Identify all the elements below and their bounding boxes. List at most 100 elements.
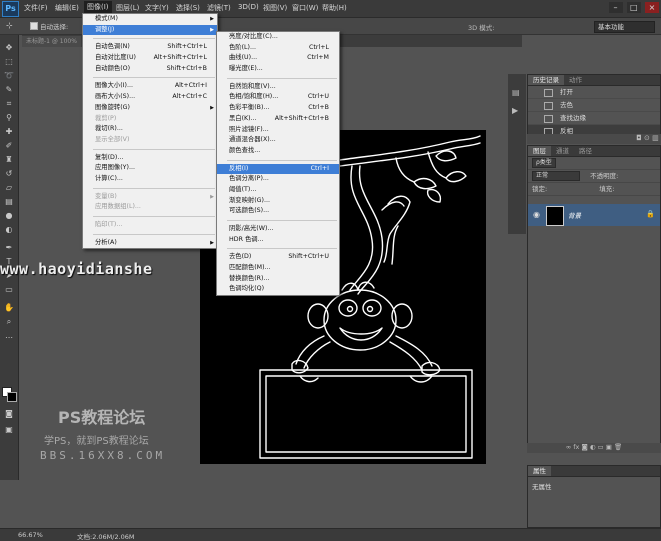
- brush-tool-icon[interactable]: ✐: [3, 141, 15, 151]
- trash-icon[interactable]: ▥: [652, 134, 659, 142]
- adjust-menu-item[interactable]: 去色(D) Shift+Ctrl+U: [217, 252, 339, 263]
- adjust-menu-item[interactable]: 色相/饱和度(H)... Ctrl+U: [217, 92, 339, 103]
- adjust-menu-item[interactable]: 反相(I) Ctrl+I: [217, 163, 339, 175]
- menu-file[interactable]: 文件(F): [24, 3, 48, 13]
- tab-actions[interactable]: 动作: [564, 75, 587, 85]
- tab-layers[interactable]: 图层: [528, 146, 551, 156]
- adjust-menu-item[interactable]: 照片滤镜(F)...: [217, 125, 339, 136]
- adjust-menu-item[interactable]: 阴影/高光(W)...: [217, 224, 339, 235]
- image-menu-item[interactable]: 调整(J) ▶: [83, 24, 217, 36]
- zoom-tool-icon[interactable]: ⌕: [3, 317, 15, 327]
- gradient-tool-icon[interactable]: ▤: [3, 197, 15, 207]
- menu-image[interactable]: 图像(I): [84, 1, 112, 13]
- forum-logo-url: BBS.16XX8.COM: [40, 449, 166, 462]
- more-tools-icon[interactable]: ⋯: [3, 333, 15, 343]
- menu-view[interactable]: 视图(V): [263, 3, 287, 13]
- document-tab[interactable]: 未标题-1 @ 100%: [22, 36, 81, 47]
- pen-tool-icon[interactable]: ✒: [3, 243, 15, 253]
- menu-type[interactable]: 文字(Y): [145, 3, 169, 13]
- image-menu-item[interactable]: 图像大小(I)... Alt+Ctrl+I: [83, 81, 217, 92]
- quick-mask-icon[interactable]: ◙: [3, 409, 15, 419]
- close-button[interactable]: ×: [645, 2, 659, 13]
- actions-panel-icon[interactable]: ▶: [512, 106, 518, 115]
- menu-edit[interactable]: 编辑(E): [55, 3, 79, 13]
- menu-select[interactable]: 选择(S): [176, 3, 200, 13]
- adjust-menu-item[interactable]: 色调均化(Q): [217, 284, 339, 295]
- image-menu-item[interactable]: 复制(D)...: [83, 153, 217, 164]
- image-menu-item[interactable]: 自动颜色(O) Shift+Ctrl+B: [83, 64, 217, 75]
- adjust-menu-item[interactable]: 匹配颜色(M)...: [217, 263, 339, 274]
- menu-filter[interactable]: 滤镜(T): [207, 3, 231, 13]
- adjust-menu-item[interactable]: 渐变映射(G)...: [217, 196, 339, 207]
- blur-tool-icon[interactable]: ●: [3, 211, 15, 221]
- workspace-select[interactable]: 基本功能: [594, 21, 655, 33]
- move-tool-icon[interactable]: ⊹: [6, 21, 13, 30]
- eyedropper-tool-icon[interactable]: ⚲: [3, 113, 15, 123]
- tab-history[interactable]: 历史记录: [528, 75, 564, 85]
- image-menu-item[interactable]: 自动色调(N) Shift+Ctrl+L: [83, 42, 217, 53]
- adjust-menu-item[interactable]: 曝光度(E)...: [217, 64, 339, 75]
- tab-properties[interactable]: 属性: [528, 466, 551, 476]
- image-menu-item[interactable]: 模式(M) ▶: [83, 14, 217, 25]
- lasso-tool-icon[interactable]: ➰: [3, 71, 15, 81]
- image-menu-item[interactable]: 计算(C)...: [83, 174, 217, 185]
- tab-channels[interactable]: 通道: [551, 146, 574, 156]
- adjust-menu-item[interactable]: 替换颜色(R)...: [217, 274, 339, 285]
- layer-kind-filter[interactable]: ρ类型: [532, 158, 556, 168]
- adjust-menu-item[interactable]: 阈值(T)...: [217, 185, 339, 196]
- healing-tool-icon[interactable]: ✚: [3, 127, 15, 137]
- image-menu-item[interactable]: 自动对比度(U) Alt+Shift+Ctrl+L: [83, 53, 217, 64]
- dodge-tool-icon[interactable]: ◐: [3, 225, 15, 235]
- move-tool-icon[interactable]: ✥: [3, 43, 15, 53]
- layers-footer[interactable]: ∞ fx ◙ ◐ ▭ ▣ 🗑: [527, 443, 661, 453]
- zoom-level[interactable]: 66.67%: [18, 531, 43, 539]
- blend-mode-select[interactable]: 正常: [532, 171, 580, 181]
- adjust-menu-item-label: 黑白(K)...: [229, 114, 257, 122]
- minimize-button[interactable]: –: [608, 2, 623, 13]
- quick-select-tool-icon[interactable]: ✎: [3, 85, 15, 95]
- menu-separator: [227, 248, 337, 250]
- adjust-menu-item[interactable]: HDR 色调...: [217, 235, 339, 246]
- layer-thumbnail: [546, 206, 564, 226]
- adjust-menu-item[interactable]: 颜色查找...: [217, 146, 339, 157]
- background-color-swatch[interactable]: [7, 392, 17, 402]
- menu-3d[interactable]: 3D(D): [238, 3, 259, 11]
- menu-layer[interactable]: 图层(L): [116, 3, 139, 13]
- adjust-menu-item[interactable]: 色调分离(P)...: [217, 174, 339, 185]
- image-menu-item[interactable]: 裁切(R)...: [83, 124, 217, 135]
- adjust-menu-item[interactable]: 色阶(L)... Ctrl+L: [217, 43, 339, 54]
- image-menu-item[interactable]: 图像旋转(G) ▶: [83, 103, 217, 114]
- menu-window[interactable]: 窗口(W): [292, 3, 318, 13]
- hand-tool-icon[interactable]: ✋: [3, 303, 15, 313]
- new-snapshot-icon[interactable]: ◘: [636, 134, 642, 142]
- screen-mode-icon[interactable]: ▣: [3, 425, 15, 435]
- marquee-tool-icon[interactable]: ⬚: [3, 57, 15, 67]
- history-panel-icon[interactable]: ▤: [512, 88, 520, 97]
- auto-select-checkbox[interactable]: [30, 22, 38, 30]
- shape-tool-icon[interactable]: ▭: [3, 285, 15, 295]
- adjust-menu-item[interactable]: 黑白(K)... Alt+Shift+Ctrl+B: [217, 114, 339, 125]
- menu-help[interactable]: 帮助(H): [322, 3, 347, 13]
- stamp-tool-icon[interactable]: ♜: [3, 155, 15, 165]
- eraser-tool-icon[interactable]: ▱: [3, 183, 15, 193]
- tab-paths[interactable]: 路径: [574, 146, 597, 156]
- history-row[interactable]: 查找边缘: [528, 112, 660, 125]
- image-menu-item[interactable]: 画布大小(S)... Alt+Ctrl+C: [83, 92, 217, 103]
- adjust-menu-item[interactable]: 自然饱和度(V)...: [217, 82, 339, 93]
- history-row[interactable]: 去色: [528, 99, 660, 112]
- history-brush-tool-icon[interactable]: ↺: [3, 169, 15, 179]
- layer-row-background[interactable]: ◉ 背景 🔒: [528, 204, 660, 226]
- adjust-menu-item[interactable]: 曲线(U)... Ctrl+M: [217, 53, 339, 64]
- image-menu-item-label: 自动对比度(U): [95, 54, 137, 62]
- adjust-menu-item[interactable]: 可选颜色(S)...: [217, 206, 339, 217]
- camera-icon[interactable]: ⊙: [644, 134, 650, 142]
- crop-tool-icon[interactable]: ⌗: [3, 99, 15, 109]
- adjust-menu-item[interactable]: 色彩平衡(B)... Ctrl+B: [217, 103, 339, 114]
- history-row[interactable]: 打开: [528, 86, 660, 99]
- maximize-button[interactable]: □: [626, 2, 641, 13]
- adjust-menu-item[interactable]: 通道混合器(X)...: [217, 135, 339, 146]
- image-menu-item[interactable]: 分析(A) ▶: [83, 238, 217, 249]
- image-menu-item[interactable]: 应用图像(Y)...: [83, 163, 217, 174]
- adjust-menu-item[interactable]: 亮度/对比度(C)...: [217, 32, 339, 43]
- eye-icon[interactable]: ◉: [533, 210, 540, 219]
